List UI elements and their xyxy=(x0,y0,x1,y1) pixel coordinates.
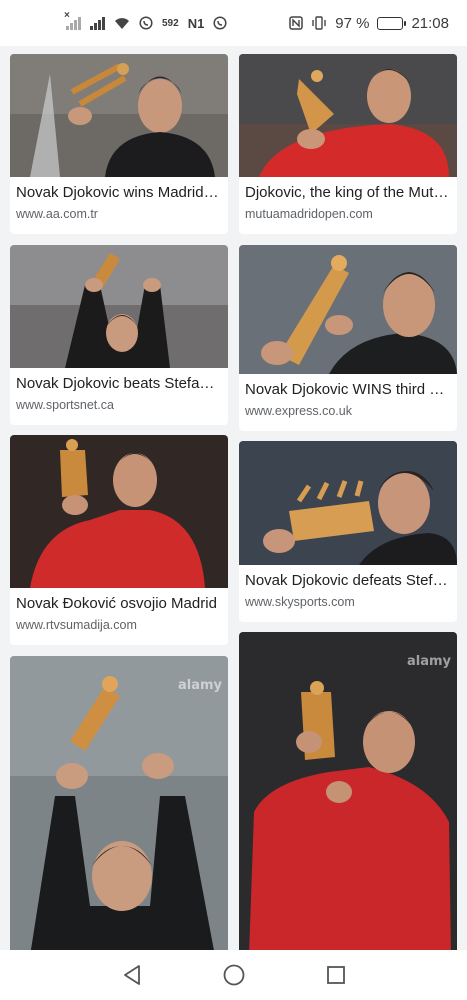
result-image[interactable] xyxy=(10,435,228,588)
signal-icon xyxy=(90,16,105,30)
result-title[interactable]: Novak Djokovic beats Stefanos Tsitsipas xyxy=(16,375,222,392)
home-button[interactable] xyxy=(222,963,246,987)
status-left: × 592 N1 xyxy=(64,10,227,31)
back-button[interactable] xyxy=(120,963,144,987)
result-card[interactable]: Djokovic, the king of the Mutua Madrid O… xyxy=(239,54,457,234)
result-source[interactable]: www.skysports.com xyxy=(245,595,451,609)
result-image[interactable] xyxy=(239,54,457,177)
viber-icon xyxy=(213,16,227,30)
status-right: 97 % 21:08 xyxy=(289,15,449,32)
result-title[interactable]: Novak Djokovic defeats Stefanos Tsitsipa… xyxy=(245,572,451,589)
result-card[interactable]: Novak Djokovic WINS third Madrid title w… xyxy=(239,245,457,431)
result-source[interactable]: www.express.co.uk xyxy=(245,404,451,418)
result-title[interactable]: Novak Đoković osvojio Madrid xyxy=(16,595,222,612)
result-card[interactable]: alamy xyxy=(10,656,228,950)
vibrate-icon xyxy=(312,16,326,30)
result-source[interactable]: www.rtvsumadija.com xyxy=(16,618,222,632)
network-speed: 592 xyxy=(162,17,179,29)
result-card[interactable]: Novak Djokovic defeats Stefanos Tsitsipa… xyxy=(239,441,457,622)
battery-icon xyxy=(377,16,407,30)
result-source[interactable]: mutuamadridopen.com xyxy=(245,207,451,221)
result-card[interactable]: Novak Djokovic beats Stefanos Tsitsipas … xyxy=(10,245,228,425)
result-image[interactable]: alamy xyxy=(10,656,228,950)
nfc-icon xyxy=(289,16,303,30)
result-source[interactable]: www.sportsnet.ca xyxy=(16,398,222,412)
result-image[interactable] xyxy=(239,245,457,374)
result-title[interactable]: Djokovic, the king of the Mutua Madrid O… xyxy=(245,184,451,201)
result-title[interactable]: Novak Djokovic WINS third Madrid title xyxy=(245,381,451,398)
result-image[interactable]: alamy xyxy=(239,632,457,950)
status-bar: × 592 N1 97 % 21:08 xyxy=(0,0,467,46)
clock: 21:08 xyxy=(411,14,449,32)
no-signal-icon: × xyxy=(64,10,81,30)
whatsapp-icon xyxy=(139,16,153,30)
result-card[interactable]: alamy xyxy=(239,632,457,950)
result-image[interactable] xyxy=(239,441,457,565)
triangle-back-icon xyxy=(123,965,140,985)
result-card[interactable]: Novak Djokovic wins Madrid Open for thir… xyxy=(10,54,228,234)
recents-button[interactable] xyxy=(324,963,348,987)
navigation-bar xyxy=(0,950,467,1000)
result-card[interactable]: Novak Đoković osvojio Madrid www.rtvsuma… xyxy=(10,435,228,645)
wifi-icon xyxy=(115,17,129,29)
square-recents-icon xyxy=(326,966,345,984)
result-title[interactable]: Novak Djokovic wins Madrid Open for thir… xyxy=(16,184,222,201)
watermark: alamy xyxy=(178,678,223,693)
image-results-grid: Novak Djokovic wins Madrid Open for thir… xyxy=(0,46,467,950)
watermark: alamy xyxy=(407,654,452,669)
result-image[interactable] xyxy=(10,245,228,368)
battery-percent: 97 % xyxy=(335,14,370,32)
result-image[interactable] xyxy=(10,54,228,177)
result-source[interactable]: www.aa.com.tr xyxy=(16,207,222,221)
circle-home-icon xyxy=(223,964,244,986)
n1-app-icon: N1 xyxy=(187,15,205,31)
